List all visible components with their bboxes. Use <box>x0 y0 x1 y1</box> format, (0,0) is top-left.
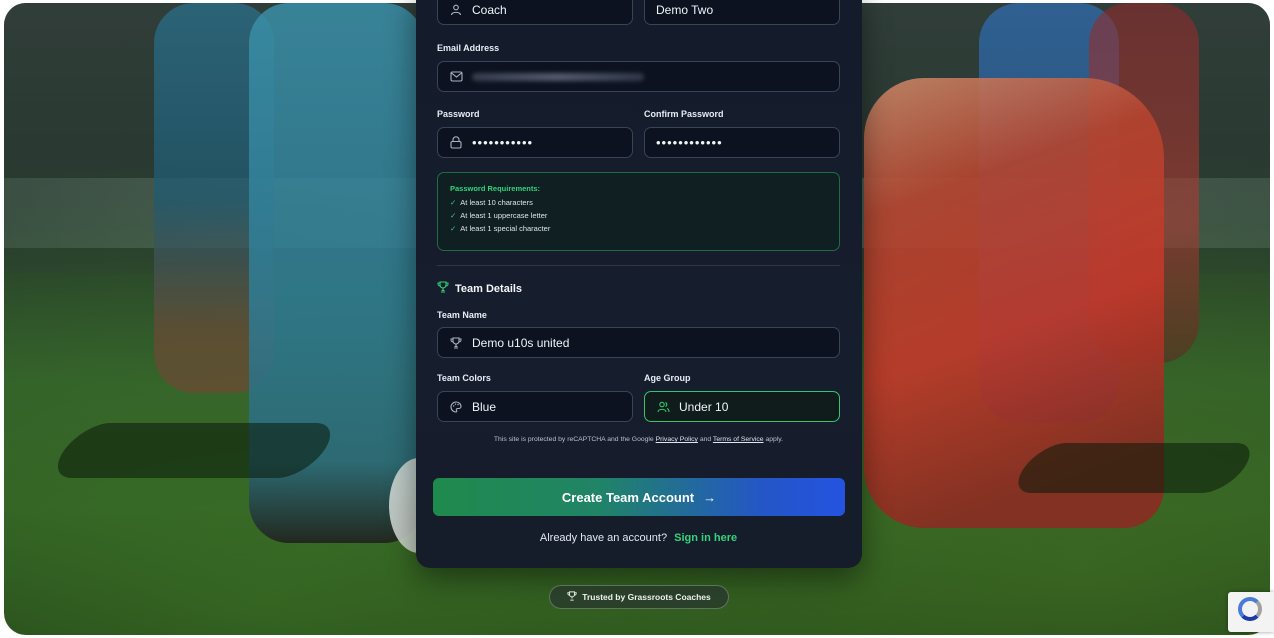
confirm-password-value: •••••••••••• <box>656 135 723 150</box>
signin-prompt: Already have an account? Sign in here <box>539 532 738 544</box>
check-icon: ✓ <box>450 224 457 233</box>
trusted-badge: Trusted by Grassroots Coaches <box>549 585 729 609</box>
terms-of-service-link[interactable]: Terms of Service <box>713 436 764 443</box>
confirm-password-field[interactable]: •••••••••••• <box>644 127 840 158</box>
privacy-policy-link[interactable]: Privacy Policy <box>656 436 698 443</box>
arrow-right-icon: → <box>703 489 717 505</box>
requirements-title: Password Requirements: <box>450 184 541 193</box>
team-colors-value: Blue <box>472 399 497 414</box>
age-group-select[interactable]: Under 10 <box>644 391 840 422</box>
age-group-label: Age Group <box>644 373 691 383</box>
check-icon: ✓ <box>450 211 457 220</box>
check-icon: ✓ <box>450 198 457 207</box>
password-requirements-box: Password Requirements: ✓ At least 10 char… <box>437 172 840 251</box>
email-label: Email Address <box>437 43 500 53</box>
password-label: Password <box>437 109 480 119</box>
sign-in-link[interactable]: Sign in here <box>674 532 737 544</box>
recaptcha-badge[interactable] <box>1228 592 1274 632</box>
lock-icon <box>449 136 463 150</box>
player-shadow-right <box>1006 443 1262 493</box>
create-team-account-label: Create Team Account <box>561 489 695 505</box>
palette-icon <box>449 400 463 414</box>
team-name-label: Team Name <box>437 310 487 320</box>
create-team-account-button[interactable]: Create Team Account → <box>433 478 845 516</box>
user-icon <box>449 3 463 17</box>
team-name-value: Demo u10s united <box>472 335 570 350</box>
trophy-icon <box>567 591 577 603</box>
team-details-heading: Team Details <box>437 281 522 296</box>
last-name-field[interactable]: Demo Two <box>644 0 840 25</box>
requirement-item: ✓ At least 1 special character <box>450 224 551 233</box>
requirement-item: ✓ At least 1 uppercase letter <box>450 211 548 220</box>
email-value-redacted <box>472 72 644 81</box>
age-group-value: Under 10 <box>679 399 729 414</box>
team-details-title: Team Details <box>455 282 523 295</box>
role-value: Coach <box>472 2 507 17</box>
recaptcha-logo-icon <box>1238 597 1262 621</box>
trusted-label: Trusted by Grassroots Coaches <box>582 592 711 602</box>
team-colors-label: Team Colors <box>437 373 491 383</box>
mail-icon <box>449 70 463 84</box>
password-value: ••••••••••• <box>472 135 534 150</box>
trophy-icon <box>449 336 463 350</box>
password-field[interactable]: ••••••••••• <box>437 127 633 158</box>
users-icon <box>656 400 670 414</box>
team-name-field[interactable]: Demo u10s united <box>437 327 840 358</box>
role-field[interactable]: Coach <box>437 0 633 25</box>
section-divider <box>437 265 840 266</box>
trophy-icon <box>437 281 449 296</box>
last-name-value: Demo Two <box>656 2 714 17</box>
confirm-password-label: Confirm Password <box>644 109 724 119</box>
email-field[interactable] <box>437 61 840 92</box>
requirement-item: ✓ At least 10 characters <box>450 198 533 207</box>
team-colors-field[interactable]: Blue <box>437 391 633 422</box>
recaptcha-notice: This site is protected by reCAPTCHA and … <box>493 436 784 443</box>
player-shadow-left <box>44 423 344 478</box>
